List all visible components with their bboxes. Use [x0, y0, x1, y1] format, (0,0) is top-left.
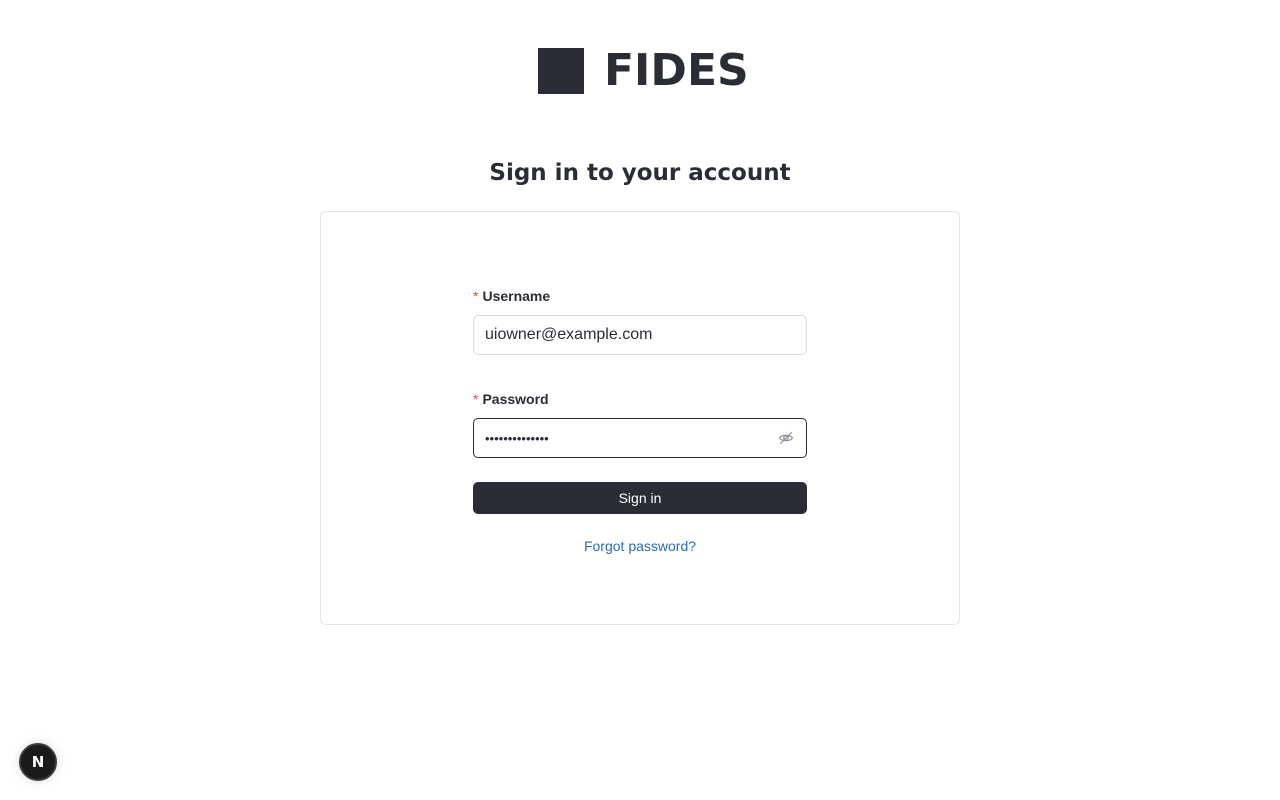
password-label: * Password [473, 389, 807, 409]
fides-logo: FIDES [538, 48, 749, 94]
field-spacer [473, 355, 807, 389]
svg-text:N: N [32, 753, 45, 771]
logo-square-icon [538, 48, 584, 94]
login-form: * Username uiowner@example.com * Passwor… [473, 286, 807, 556]
nextjs-dev-badge[interactable]: N [19, 743, 57, 781]
login-card: * Username uiowner@example.com * Passwor… [320, 211, 960, 625]
required-marker: * [473, 391, 479, 407]
login-page: FIDES Sign in to your account * Username… [0, 0, 1280, 800]
password-value: •••••••••••••• [485, 430, 549, 446]
username-label-text: Username [482, 288, 551, 304]
username-label: * Username [473, 286, 807, 306]
required-marker: * [473, 288, 479, 304]
logo-text: FIDES [604, 45, 749, 96]
sign-in-button[interactable]: Sign in [473, 482, 807, 514]
username-value: uiowner@example.com [485, 326, 653, 343]
password-input[interactable]: •••••••••••••• [473, 418, 807, 458]
eye-off-icon[interactable] [777, 429, 795, 447]
nextjs-logo-icon: N [32, 753, 45, 771]
page-title: Sign in to your account [489, 160, 791, 186]
forgot-password-link[interactable]: Forgot password? [473, 536, 807, 556]
username-input[interactable]: uiowner@example.com [473, 315, 807, 355]
password-label-text: Password [482, 391, 549, 407]
